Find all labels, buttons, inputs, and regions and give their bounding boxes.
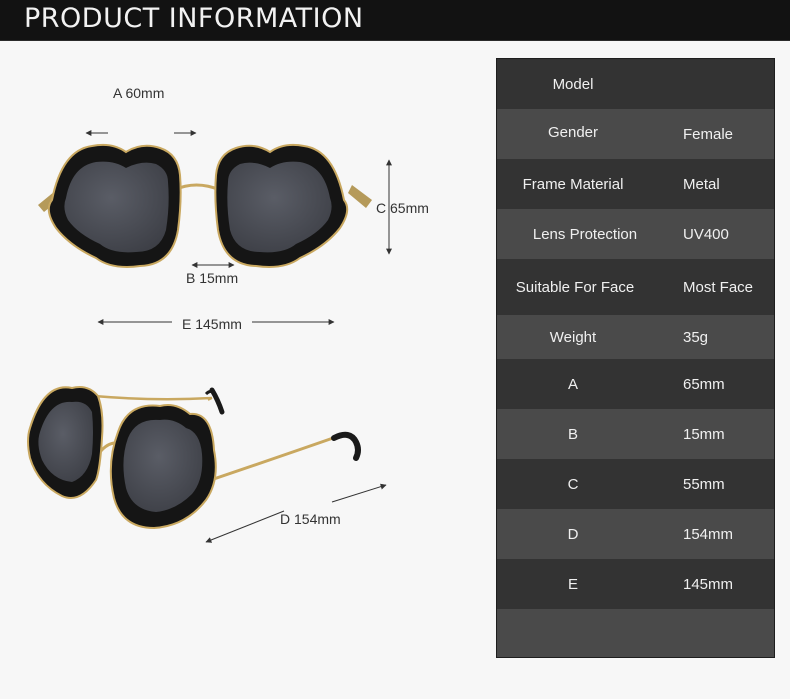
spec-table-footer [497, 609, 774, 657]
page-title: PRODUCT INFORMATION [24, 3, 364, 34]
page-header: PRODUCT INFORMATION [0, 0, 790, 41]
dimension-d-label: D 154mm [280, 511, 341, 527]
front-view-glasses [38, 143, 372, 268]
dimension-e-label: E 145mm [182, 316, 242, 332]
dimension-c-label: C 65mm [376, 200, 429, 216]
product-illustration-area: A 60mm B 15mm C 65mm E 145mm D 154mm [0, 40, 490, 699]
spec-key: E [567, 575, 578, 593]
spec-key: Lens Protection [532, 225, 638, 243]
right-temple-tip [348, 185, 372, 208]
spec-row-b: B 15mm [497, 409, 774, 459]
dim-d-arrow-right [331, 483, 387, 503]
spec-key: Suitable For Face [515, 278, 635, 296]
spec-row-gender: Gender Female [497, 109, 774, 159]
spec-value: UV400 [683, 225, 729, 243]
back-temple-tip [209, 387, 225, 415]
spec-key: A [567, 375, 578, 393]
dim-d-arrow-left [205, 510, 285, 543]
spec-value: Most Face [683, 278, 754, 296]
spec-row-suitable-for-face: Suitable For Face Most Face [497, 259, 774, 315]
spec-value: 65mm [683, 375, 725, 393]
spec-key: C [567, 475, 579, 493]
spec-value: 15mm [683, 425, 725, 443]
spec-table: Model Gender Female Frame Material Metal… [496, 58, 775, 658]
spec-value: 154mm [683, 525, 734, 543]
spec-key: D [567, 525, 579, 543]
spec-key: Weight [549, 328, 597, 346]
spec-value: 145mm [683, 575, 734, 593]
spec-row-e: E 145mm [497, 559, 774, 609]
spec-row-frame-material: Frame Material Metal [497, 159, 774, 209]
angled-view-glasses [27, 386, 361, 530]
spec-row-d: D 154mm [497, 509, 774, 559]
spec-row-model: Model [497, 59, 774, 109]
spec-key: Frame Material [522, 175, 624, 193]
spec-row-c: C 55mm [497, 459, 774, 509]
spec-value: 55mm [683, 475, 725, 493]
spec-key: B [567, 425, 578, 443]
sunglasses-diagram [27, 130, 392, 543]
near-temple [195, 435, 337, 487]
spec-row-lens-protection: Lens Protection UV400 [497, 209, 774, 259]
spec-value: 35g [683, 328, 709, 346]
dimension-a-label: A 60mm [113, 85, 165, 101]
spec-key: Gender [547, 123, 599, 141]
spec-key: Model [552, 75, 594, 93]
spec-value: Metal [683, 175, 720, 193]
spec-value: Female [683, 125, 734, 143]
dimension-b-label: B 15mm [186, 270, 239, 286]
near-temple-tip [331, 431, 361, 461]
spec-row-a: A 65mm [497, 359, 774, 409]
spec-row-weight: Weight 35g [497, 315, 774, 359]
